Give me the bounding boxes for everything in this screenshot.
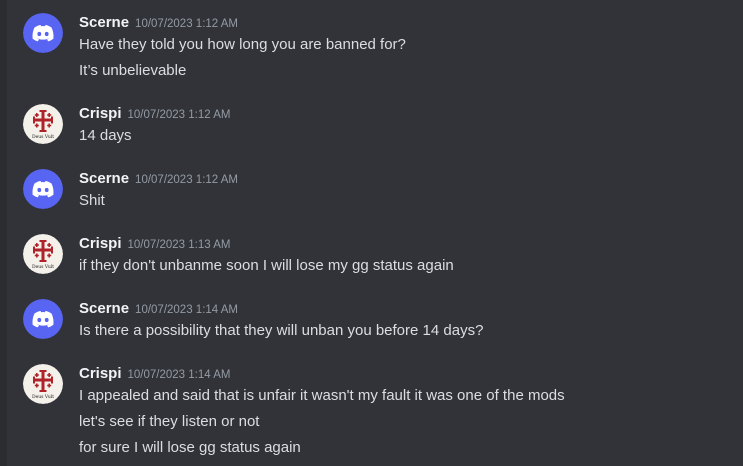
discord-logo-icon xyxy=(23,13,63,53)
sidebar-edge xyxy=(0,0,7,466)
message-header: Crispi 10/07/2023 1:12 AM xyxy=(79,104,230,124)
timestamp[interactable]: 10/07/2023 1:13 AM xyxy=(128,239,231,251)
message-header: Scerne 10/07/2023 1:14 AM xyxy=(79,299,238,319)
message-text: let's see if they listen or not xyxy=(79,413,260,430)
timestamp[interactable]: 10/07/2023 1:12 AM xyxy=(135,18,238,30)
avatar-caption: Deus Vult xyxy=(32,264,54,270)
avatar[interactable] xyxy=(23,13,63,53)
avatar[interactable]: Deus Vult xyxy=(23,364,63,404)
discord-logo-icon xyxy=(23,169,63,209)
message-text: Shit xyxy=(79,192,105,209)
username[interactable]: Crispi xyxy=(79,105,122,122)
deus-vult-emblem: Deus Vult xyxy=(23,104,63,144)
discord-logo-icon xyxy=(23,299,63,339)
deus-vult-emblem: Deus Vult xyxy=(23,364,63,404)
message-text: It’s unbelievable xyxy=(79,62,187,79)
message-text: I appealed and said that is unfair it wa… xyxy=(79,387,565,404)
message-text: if they don't unbanme soon I will lose m… xyxy=(79,257,454,274)
avatar-caption: Deus Vult xyxy=(32,394,54,400)
username[interactable]: Scerne xyxy=(79,14,129,31)
message-header: Crispi 10/07/2023 1:13 AM xyxy=(79,234,230,254)
message-text: 14 days xyxy=(79,127,132,144)
avatar-caption: Deus Vult xyxy=(32,134,54,140)
avatar[interactable]: Deus Vult xyxy=(23,234,63,274)
avatar[interactable] xyxy=(23,169,63,209)
timestamp[interactable]: 10/07/2023 1:14 AM xyxy=(128,369,231,381)
username[interactable]: Crispi xyxy=(79,365,122,382)
timestamp[interactable]: 10/07/2023 1:12 AM xyxy=(135,174,238,186)
username[interactable]: Scerne xyxy=(79,170,129,187)
timestamp[interactable]: 10/07/2023 1:12 AM xyxy=(128,109,231,121)
message-header: Crispi 10/07/2023 1:14 AM xyxy=(79,364,230,384)
chat-messages: Scerne 10/07/2023 1:12 AM Have they told … xyxy=(0,0,743,466)
message-header: Scerne 10/07/2023 1:12 AM xyxy=(79,13,238,33)
avatar[interactable]: Deus Vult xyxy=(23,104,63,144)
message-text: for sure I will lose gg status again xyxy=(79,439,301,456)
message-text: Have they told you how long you are bann… xyxy=(79,36,406,53)
message-header: Scerne 10/07/2023 1:12 AM xyxy=(79,169,238,189)
message-text: Is there a possibility that they will un… xyxy=(79,322,484,339)
deus-vult-emblem: Deus Vult xyxy=(23,234,63,274)
username[interactable]: Scerne xyxy=(79,300,129,317)
avatar[interactable] xyxy=(23,299,63,339)
username[interactable]: Crispi xyxy=(79,235,122,252)
timestamp[interactable]: 10/07/2023 1:14 AM xyxy=(135,304,238,316)
